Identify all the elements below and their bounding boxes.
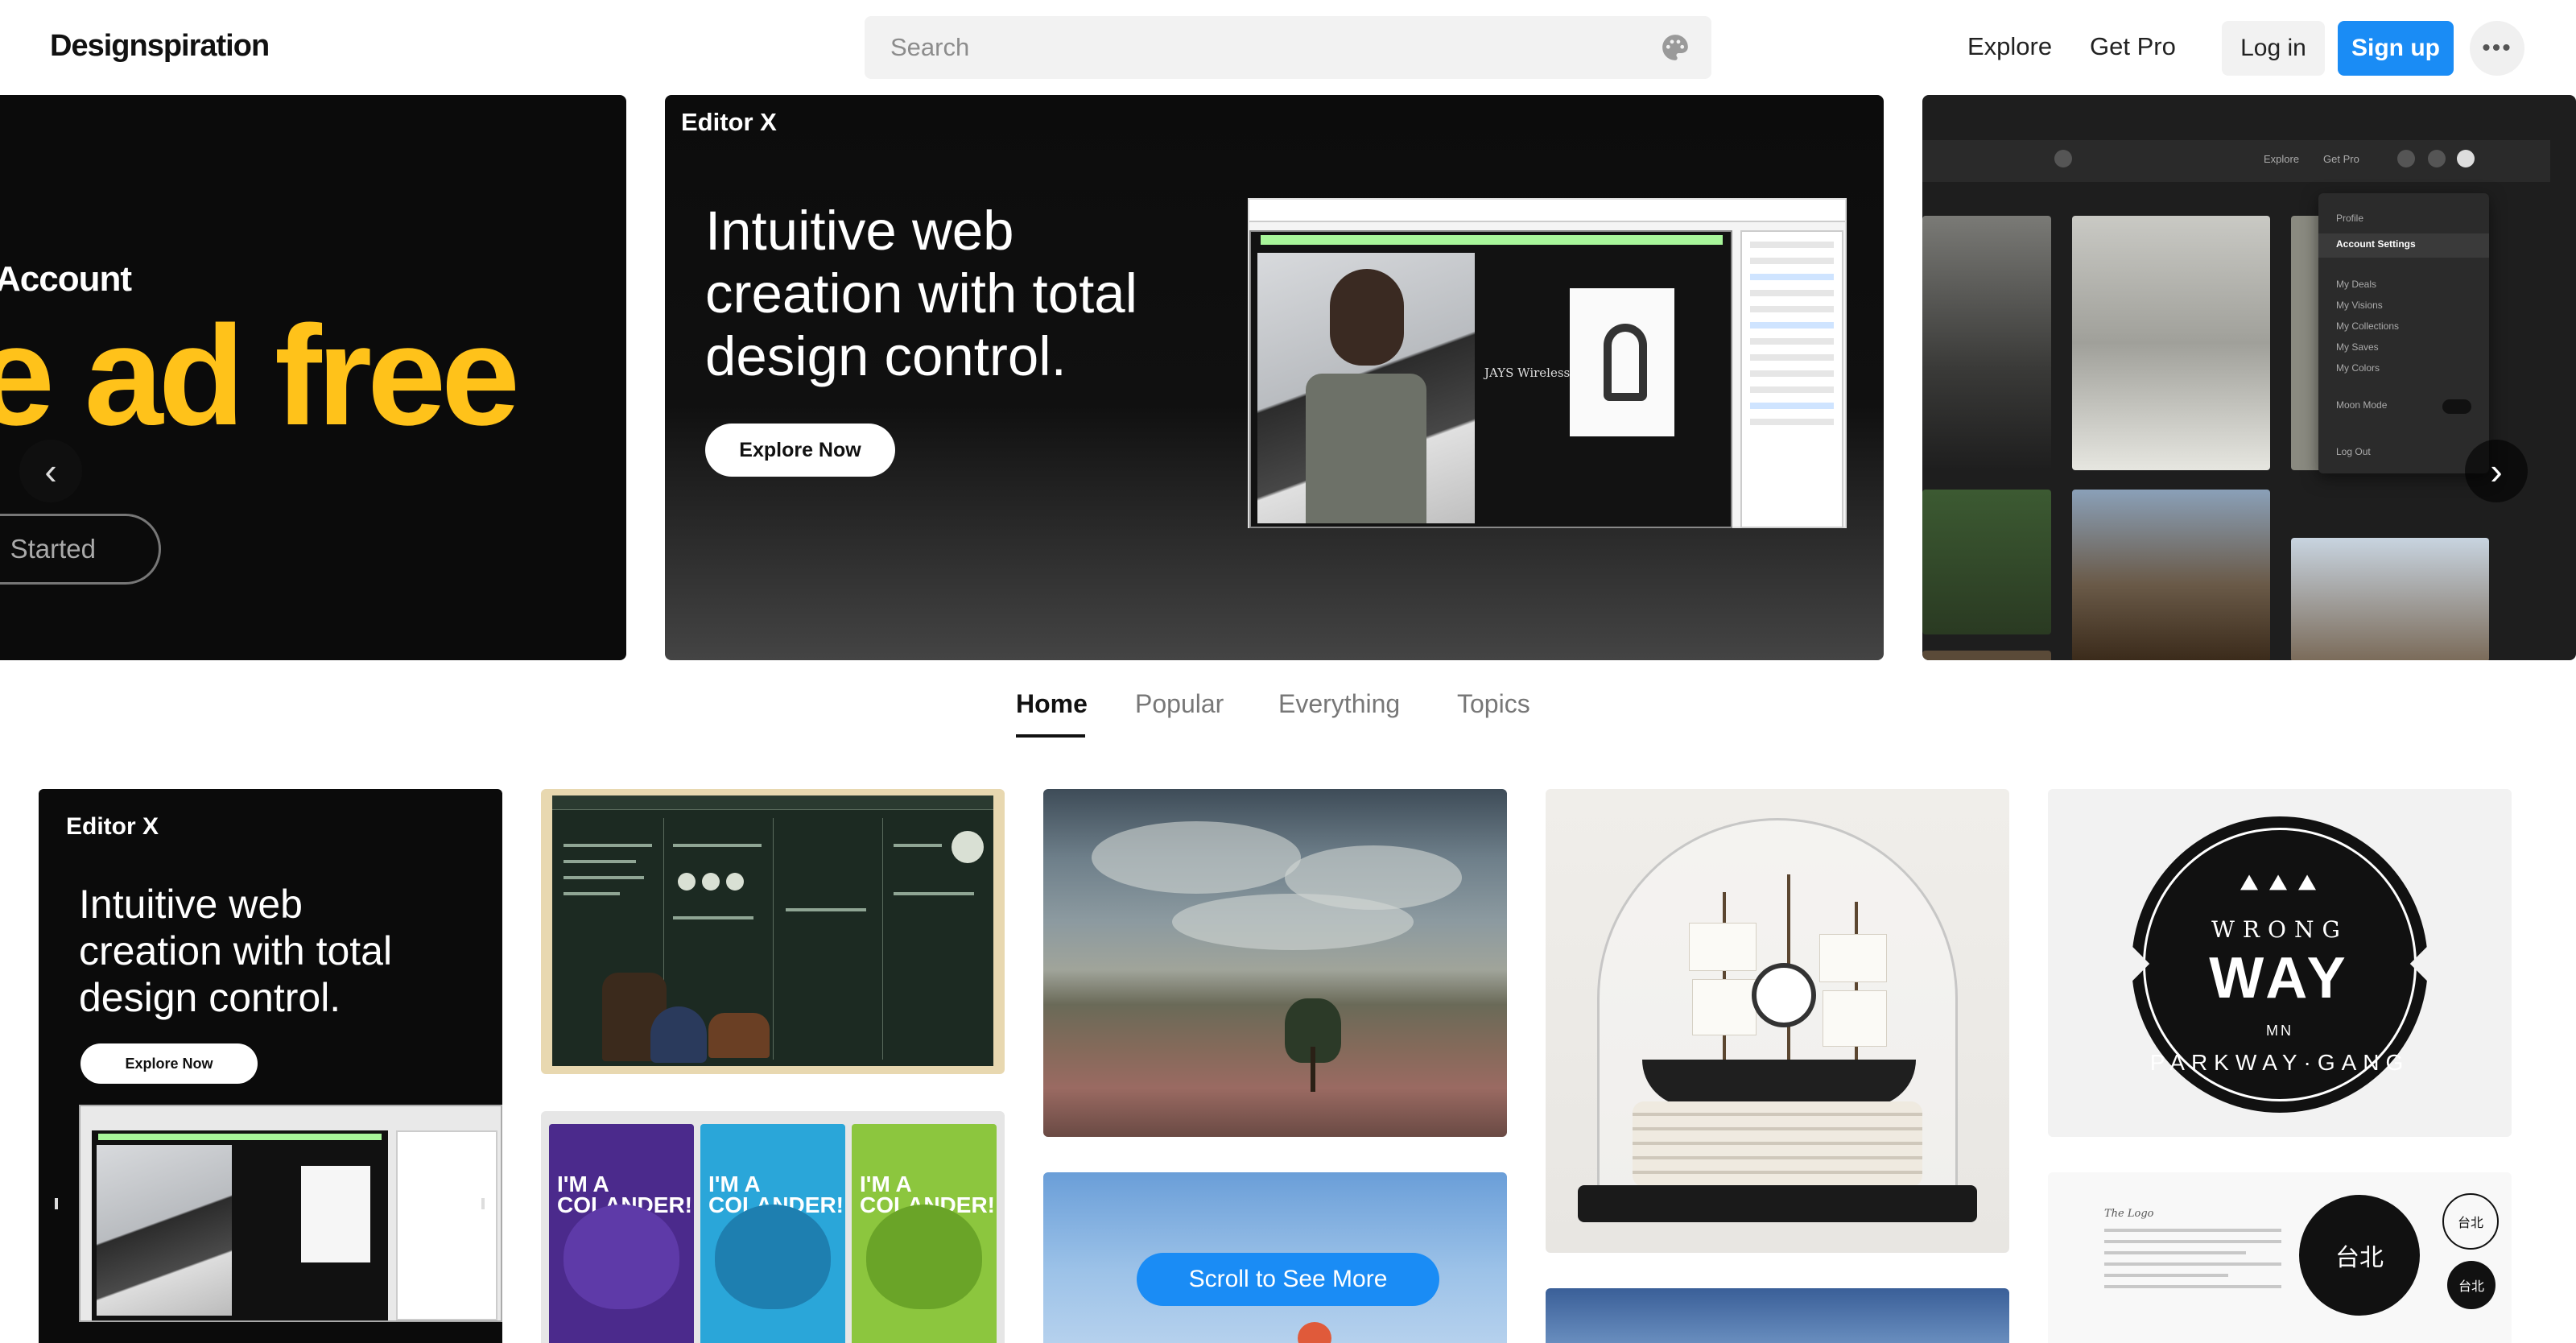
mockup-toolbar [1249, 200, 1845, 222]
grid-card-blue-sky[interactable] [1546, 1288, 2009, 1343]
nav-get-pro-link[interactable]: Get Pro [2090, 32, 2176, 61]
image-tile-wood [1922, 651, 2051, 660]
feed-tabs: Home Popular Everything Topics [0, 684, 2576, 742]
palette-icon[interactable] [1660, 32, 1690, 63]
colander-package-green: I'M A COLANDER! [852, 1124, 997, 1343]
image-tile-modern-house [2291, 538, 2489, 660]
get-started-button[interactable]: Started [0, 514, 161, 585]
menu-item-my-collections: My Collections [2336, 320, 2400, 332]
menu-item-my-deals: My Deals [2336, 279, 2377, 290]
scroll-to-see-more-button[interactable]: Scroll to See More [1137, 1253, 1439, 1306]
menu-item-my-visions: My Visions [2336, 300, 2383, 311]
nav-explore-link[interactable]: Explore [1967, 32, 2052, 61]
taipei-seal-small: 台北 [2442, 1193, 2499, 1250]
image-tile-kitchen [1922, 216, 2051, 470]
grid-card-wrong-way-badge[interactable]: ⯅⯅⯅ WRONG WAY MN PARKWAY·GANG [2048, 789, 2512, 1137]
editor-mockup-image: JAYS Wireless [1248, 198, 1847, 528]
grid-card-landscape[interactable] [1043, 789, 1507, 1137]
figure-shape [1298, 1322, 1331, 1343]
taipei-seal: 台北 [2299, 1195, 2420, 1316]
slider-left-marker [55, 1198, 58, 1209]
image-tile-house [2072, 490, 2270, 660]
login-button[interactable]: Log in [2222, 21, 2325, 76]
image-tile-forest-cabin [1922, 490, 2051, 634]
menu-item-log-out: Log Out [2336, 446, 2371, 457]
chevron-left-icon[interactable]: ‹ [19, 440, 82, 502]
tab-topics[interactable]: Topics [1457, 689, 1530, 719]
mockup-face [1330, 269, 1404, 366]
infographic-poster-image [552, 795, 993, 1066]
mock-navbar: Explore Get Pro [1922, 140, 2550, 182]
chevron-right-icon[interactable]: › [2465, 440, 2528, 502]
mockup-product-title: JAYS Wireless [1484, 366, 1571, 380]
editorx-logo: Editor X [66, 813, 159, 840]
menu-item-my-saves: My Saves [2336, 341, 2379, 353]
mockup-banner [1261, 235, 1723, 245]
carousel-slide-editorx[interactable]: Editor X Intuitive web creation with tot… [665, 95, 1884, 660]
hero-carousel: Account e ad free Started Editor X Intui… [0, 95, 2576, 660]
doc-title: The Logo [2104, 1208, 2154, 1220]
site-logo[interactable]: Designspiration [50, 29, 270, 64]
slide-eyebrow: Account [0, 259, 132, 299]
menu-item-my-colors: My Colors [2336, 362, 2380, 374]
mockup-portrait [1257, 253, 1475, 523]
slide-big-text: e ad free [0, 297, 520, 455]
pine-trees-icon: ⯅⯅⯅ [2236, 866, 2323, 902]
mock-plus-icon [2428, 150, 2446, 167]
slide-headline: Intuitive web creation with total design… [705, 200, 1137, 387]
menu-item-profile: Profile [2336, 213, 2364, 224]
signup-button[interactable]: Sign up [2338, 21, 2454, 76]
mockup-torso [1306, 374, 1426, 523]
grid-card-editorx[interactable]: Editor X Intuitive web creation with tot… [39, 789, 502, 1343]
mock-more-icon [2397, 150, 2415, 167]
image-tile-concrete [2072, 216, 2270, 470]
tab-popular[interactable]: Popular [1135, 689, 1224, 719]
grid-card-logo-document[interactable]: The Logo 台北 台北 台北 [2048, 1172, 2512, 1343]
tab-everything[interactable]: Everything [1278, 689, 1400, 719]
carousel-slide-ad-free[interactable]: Account e ad free Started [0, 95, 626, 660]
mockup-product [1570, 288, 1674, 436]
active-tab-indicator [1016, 734, 1085, 738]
account-dropdown-menu: Profile Account Settings My Deals My Vis… [2318, 193, 2489, 473]
wrong-way-logo: ⯅⯅⯅ WRONG WAY MN PARKWAY·GANG [2115, 816, 2445, 1113]
more-options-icon[interactable]: ••• [2470, 21, 2524, 76]
mockup-canvas: JAYS Wireless [1249, 230, 1732, 528]
menu-item-account-settings: Account Settings [2336, 238, 2416, 250]
search-input[interactable] [890, 16, 1615, 79]
colander-package-purple: I'M A COLANDER! [549, 1124, 694, 1343]
search-bar[interactable] [865, 16, 1711, 79]
moon-mode-toggle [2442, 399, 2471, 414]
carousel-slide-dark-mode[interactable]: Explore Get Pro Profile Account Settings… [1922, 95, 2576, 660]
grid-card-ship-dome[interactable] [1546, 789, 2009, 1253]
headphone-icon [1604, 324, 1647, 401]
editorx-logo: Editor X [681, 108, 777, 136]
mock-get-pro: Get Pro [2323, 153, 2359, 165]
mock-palette-icon [2054, 150, 2072, 167]
slider-right-marker [481, 1198, 485, 1209]
grid-card-colanders[interactable]: I'M A COLANDER! I'M A COLANDER! I'M A CO… [541, 1111, 1005, 1343]
grid-card-infographic[interactable] [541, 789, 1005, 1074]
mockup-side-panel [1740, 230, 1843, 528]
mock-avatar [2457, 150, 2475, 167]
top-nav: Designspiration Explore Get Pro Log in S… [0, 0, 2576, 95]
menu-item-moon-mode: Moon Mode [2336, 399, 2388, 411]
card-headline: Intuitive web creation with total design… [79, 882, 393, 1020]
explore-now-button[interactable]: Explore Now [705, 424, 895, 477]
taipei-seal-small-dark: 台北 [2447, 1261, 2496, 1309]
explore-now-button[interactable]: Explore Now [80, 1043, 258, 1084]
watch-face [1752, 963, 1816, 1027]
tab-home[interactable]: Home [1016, 689, 1088, 719]
editor-mockup-image [79, 1105, 502, 1322]
mock-explore: Explore [2264, 153, 2300, 165]
colander-package-blue: I'M A COLANDER! [700, 1124, 845, 1343]
